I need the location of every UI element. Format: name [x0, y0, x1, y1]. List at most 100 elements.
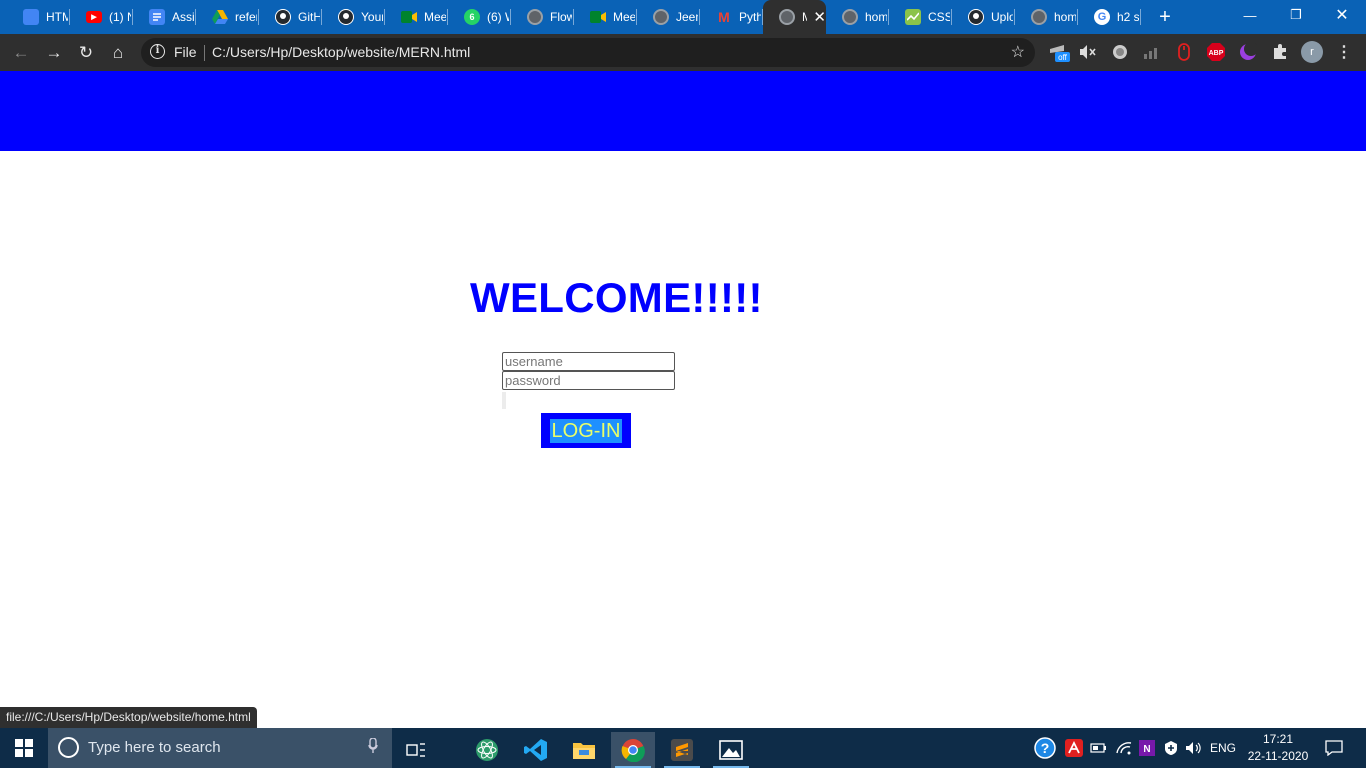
meet-icon: [590, 9, 606, 25]
reload-button[interactable]: ↻: [72, 39, 100, 67]
browser-tab[interactable]: Gh2 s: [1078, 0, 1141, 34]
username-input[interactable]: [502, 352, 675, 371]
globe-icon: [1031, 9, 1047, 25]
whatsapp-icon: 6: [464, 9, 480, 25]
tab-title: hom: [1054, 10, 1076, 24]
photos-app-icon[interactable]: [709, 732, 753, 768]
tab-title: CSS: [928, 10, 950, 24]
browser-tab[interactable]: Mee: [385, 0, 448, 34]
github-icon: [338, 9, 354, 25]
forward-button[interactable]: →: [40, 39, 68, 67]
notification-center-icon[interactable]: [1320, 734, 1348, 762]
tab-title: Uplo: [991, 10, 1013, 24]
tab-title: Mee: [613, 10, 635, 24]
network-shield-icon[interactable]: [1162, 738, 1180, 758]
wifi-icon[interactable]: [1115, 738, 1133, 758]
tab-title: Mee: [424, 10, 446, 24]
github-icon: [968, 9, 984, 25]
site-info-icon[interactable]: i: [150, 44, 165, 59]
tab-title: Assig: [172, 10, 194, 24]
microphone-icon[interactable]: [368, 737, 378, 758]
vscode-app-icon[interactable]: [514, 732, 558, 768]
browser-tab[interactable]: CSS: [889, 0, 952, 34]
drive-icon: [212, 9, 228, 25]
welcome-heading: WELCOME!!!!!: [470, 274, 763, 321]
youtube-icon: ▶: [86, 11, 102, 23]
chrome-app-icon[interactable]: [611, 732, 655, 768]
mouse-extension-icon[interactable]: [1174, 42, 1194, 62]
tab-title: Flow: [550, 10, 572, 24]
browser-tab[interactable]: ▶ (1) N: [70, 0, 133, 34]
onenote-icon[interactable]: N: [1138, 738, 1156, 758]
volume-icon[interactable]: [1185, 738, 1203, 758]
windows-taskbar: Type here to search ? N ENG 17:21 22-11-…: [0, 728, 1366, 768]
restore-button[interactable]: ❐: [1273, 0, 1319, 30]
close-window-button[interactable]: ✕: [1319, 0, 1365, 30]
url-text[interactable]: C:/Users/Hp/Desktop/website/MERN.html: [212, 44, 470, 60]
home-button[interactable]: ⌂: [104, 39, 132, 67]
browser-tab[interactable]: Jeen: [637, 0, 700, 34]
tab-title: HTML: [46, 10, 68, 24]
url-separator: [204, 45, 205, 61]
language-indicator[interactable]: ENG: [1208, 738, 1238, 758]
password-input[interactable]: [502, 371, 675, 390]
avira-antivirus-icon[interactable]: [1064, 738, 1084, 758]
address-bar[interactable]: i File C:/Users/Hp/Desktop/website/MERN.…: [141, 38, 1035, 67]
browser-tab[interactable]: Assig: [133, 0, 196, 34]
status-bubble: file:///C:/Users/Hp/Desktop/website/home…: [0, 707, 257, 728]
github-icon: [275, 9, 291, 25]
browser-tab[interactable]: GitH: [259, 0, 322, 34]
browser-tab[interactable]: M ✕: [763, 0, 826, 34]
browser-tab[interactable]: Your: [322, 0, 385, 34]
svg-text:?: ?: [1041, 740, 1050, 756]
clock-date: 22-11-2020: [1247, 749, 1309, 763]
browser-tab[interactable]: 6 (6) W: [448, 0, 511, 34]
task-view-icon[interactable]: [394, 732, 438, 768]
browser-tab[interactable]: HTML: [7, 0, 70, 34]
dark-mode-moon-icon[interactable]: [1238, 42, 1258, 62]
minimize-button[interactable]: —: [1227, 0, 1273, 30]
taskbar-search-placeholder: Type here to search: [88, 739, 221, 756]
browser-tab[interactable]: hom: [826, 0, 889, 34]
start-button[interactable]: [0, 728, 48, 768]
extensions-puzzle-icon[interactable]: [1270, 42, 1290, 62]
login-button-label: LOG-IN: [549, 418, 623, 443]
battery-icon[interactable]: [1090, 738, 1108, 758]
adblock-plus-icon[interactable]: ABP: [1206, 42, 1226, 62]
back-button[interactable]: ←: [7, 39, 35, 67]
cortana-icon: [58, 737, 79, 758]
taskbar-clock[interactable]: 17:21 22-11-2020: [1240, 731, 1316, 765]
atom-app-icon[interactable]: [465, 732, 509, 768]
login-button[interactable]: LOG-IN: [541, 413, 631, 448]
bookmark-star-icon[interactable]: ☆: [1011, 42, 1025, 62]
sublime-text-icon[interactable]: [660, 732, 704, 768]
tab-strip: HTML ▶ (1) N Assig refer GitH Your Mee 6 (6) W Flo…: [0, 0, 1366, 34]
mute-tab-icon[interactable]: [1078, 42, 1098, 62]
tab-title: hom: [865, 10, 887, 24]
docs-icon: [149, 9, 165, 25]
browser-tab[interactable]: Flow: [511, 0, 574, 34]
browser-tab[interactable]: Mee: [574, 0, 637, 34]
browser-tab[interactable]: M Pyth: [700, 0, 763, 34]
tab-title: Pyth: [739, 10, 761, 24]
gmail-icon: M: [718, 9, 730, 25]
help-icon[interactable]: ?: [1033, 737, 1057, 759]
stats-extension-icon[interactable]: [1142, 42, 1162, 62]
browser-tab[interactable]: Uplo: [952, 0, 1015, 34]
browser-tab[interactable]: hom: [1015, 0, 1078, 34]
close-tab-icon[interactable]: ✕: [813, 8, 826, 26]
record-extension-icon[interactable]: [1110, 42, 1130, 62]
chrome-menu-icon[interactable]: ⋮: [1334, 42, 1354, 62]
file-explorer-icon[interactable]: [562, 732, 606, 768]
extension-cloud-off-icon[interactable]: off: [1048, 42, 1070, 62]
new-tab-button[interactable]: +: [1152, 4, 1178, 30]
windows-logo-icon: [15, 739, 33, 757]
profile-avatar[interactable]: r: [1301, 41, 1323, 63]
google-icon: G: [1094, 9, 1110, 25]
browser-tab[interactable]: refer: [196, 0, 259, 34]
browser-toolbar: ← → ↻ ⌂ i File C:/Users/Hp/Desktop/websi…: [0, 34, 1366, 71]
url-scheme: File: [174, 44, 197, 60]
taskbar-search-box[interactable]: Type here to search: [48, 728, 392, 768]
tab-title: (6) W: [487, 10, 509, 24]
abp-badge-text: ABP: [1209, 50, 1224, 57]
